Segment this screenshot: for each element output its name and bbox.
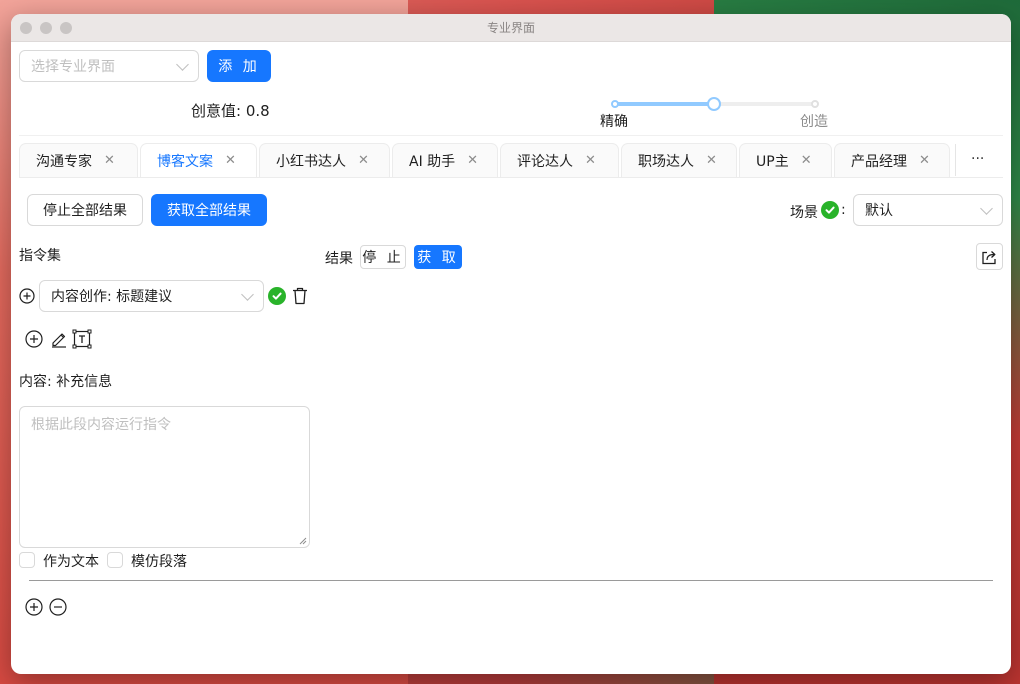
remove-circle-icon[interactable] xyxy=(49,598,67,616)
title-bar: 专业界面 xyxy=(11,14,1011,42)
minimize-window-button[interactable] xyxy=(40,22,52,34)
tab-communication-expert[interactable]: 沟通专家 ✕ xyxy=(19,143,138,177)
slider-mark-precise: 精确 xyxy=(600,114,628,130)
tab-bar-bottom-line xyxy=(19,177,1003,178)
close-icon[interactable]: ✕ xyxy=(801,153,812,168)
app-window: 专业界面 选择专业界面 添 加 创意值: 0.8 精确 创造 沟通专家 ✕ 博客文… xyxy=(11,14,1011,674)
as-text-label: 作为文本 xyxy=(43,554,99,570)
tab-label: UP主 xyxy=(756,153,789,170)
close-window-button[interactable] xyxy=(20,22,32,34)
close-icon[interactable]: ✕ xyxy=(585,153,596,168)
imitate-paragraph-label: 模仿段落 xyxy=(131,554,187,570)
tab-label: AI 助手 xyxy=(409,153,456,170)
add-button[interactable]: 添 加 xyxy=(207,50,271,82)
divider xyxy=(19,135,1003,136)
delete-icon[interactable] xyxy=(292,287,308,305)
tab-label: 职场达人 xyxy=(638,153,694,170)
close-icon[interactable]: ✕ xyxy=(706,153,717,168)
add-circle-icon[interactable] xyxy=(25,330,43,348)
profession-select[interactable]: 选择专业界面 xyxy=(19,50,199,82)
more-tabs-button[interactable]: ··· xyxy=(971,151,984,167)
scene-colon: : xyxy=(841,202,846,218)
content-textarea[interactable]: 根据此段内容运行指令 xyxy=(19,406,310,548)
tab-ai-assistant[interactable]: AI 助手 ✕ xyxy=(392,143,498,177)
result-label: 结果 xyxy=(325,251,353,267)
resize-handle-icon[interactable] xyxy=(299,537,307,545)
section-divider xyxy=(29,580,993,581)
slider-mark-creative: 创造 xyxy=(800,114,828,130)
edit-icon[interactable] xyxy=(50,330,68,348)
content-label: 内容: 补充信息 xyxy=(19,374,113,390)
tab-blog-copy[interactable]: 博客文案 ✕ xyxy=(140,143,257,177)
scene-select-value: 默认 xyxy=(865,203,893,219)
window-controls xyxy=(20,22,72,34)
zoom-window-button[interactable] xyxy=(60,22,72,34)
instruction-set-label: 指令集 xyxy=(19,248,61,264)
window-title: 专业界面 xyxy=(486,21,535,35)
creativity-label: 创意值: 0.8 xyxy=(191,102,270,120)
share-button[interactable] xyxy=(976,243,1003,270)
slider-mark-dot xyxy=(811,100,819,108)
tab-product-manager[interactable]: 产品经理 ✕ xyxy=(834,143,950,177)
stop-all-results-button[interactable]: 停止全部结果 xyxy=(27,194,143,226)
slider-fill xyxy=(614,102,715,106)
close-icon[interactable]: ✕ xyxy=(358,153,369,168)
slider-handle[interactable] xyxy=(707,97,721,111)
slider-mark-dot xyxy=(611,100,619,108)
tab-bar: 沟通专家 ✕ 博客文案 ✕ 小红书达人 ✕ AI 助手 ✕ 评论达人 ✕ 职场达人 ✕ UP… xyxy=(19,143,952,177)
scene-label: 场景 xyxy=(790,205,818,221)
tab-label: 产品经理 xyxy=(851,153,907,170)
tab-label: 小红书达人 xyxy=(276,153,346,170)
tab-comment-expert[interactable]: 评论达人 ✕ xyxy=(500,143,619,177)
chevron-down-icon xyxy=(980,201,993,215)
instruction-select-value: 内容创作: 标题建议 xyxy=(51,289,173,305)
close-icon[interactable]: ✕ xyxy=(225,153,236,168)
as-text-checkbox[interactable] xyxy=(19,552,35,568)
chevron-down-icon xyxy=(241,287,254,301)
tab-xiaohongshu-expert[interactable]: 小红书达人 ✕ xyxy=(259,143,390,177)
close-icon[interactable]: ✕ xyxy=(467,153,478,168)
content-textarea-placeholder: 根据此段内容运行指令 xyxy=(31,417,171,433)
tab-overflow-divider xyxy=(955,144,956,176)
creativity-slider[interactable] xyxy=(611,96,821,112)
tab-label: 沟通专家 xyxy=(36,153,92,170)
success-check-icon xyxy=(268,287,286,305)
close-icon[interactable]: ✕ xyxy=(919,153,930,168)
get-all-results-button[interactable]: 获取全部结果 xyxy=(151,194,267,226)
close-icon[interactable]: ✕ xyxy=(104,153,115,168)
text-box-icon[interactable] xyxy=(72,329,92,349)
profession-select-placeholder: 选择专业界面 xyxy=(31,59,115,75)
success-check-icon xyxy=(821,201,839,219)
share-icon xyxy=(982,250,996,264)
instruction-select[interactable]: 内容创作: 标题建议 xyxy=(39,280,264,312)
imitate-paragraph-checkbox[interactable] xyxy=(107,552,123,568)
result-stop-button[interactable]: 停 止 xyxy=(360,245,406,269)
chevron-down-icon xyxy=(176,57,189,71)
add-circle-icon[interactable] xyxy=(25,598,43,616)
result-get-button[interactable]: 获 取 xyxy=(414,245,462,269)
tab-label: 评论达人 xyxy=(517,153,573,170)
scene-select[interactable]: 默认 xyxy=(853,194,1003,226)
tab-label: 博客文案 xyxy=(157,153,213,170)
tab-workplace-expert[interactable]: 职场达人 ✕ xyxy=(621,143,737,177)
add-circle-icon[interactable] xyxy=(19,288,35,304)
tab-up-host[interactable]: UP主 ✕ xyxy=(739,143,832,177)
